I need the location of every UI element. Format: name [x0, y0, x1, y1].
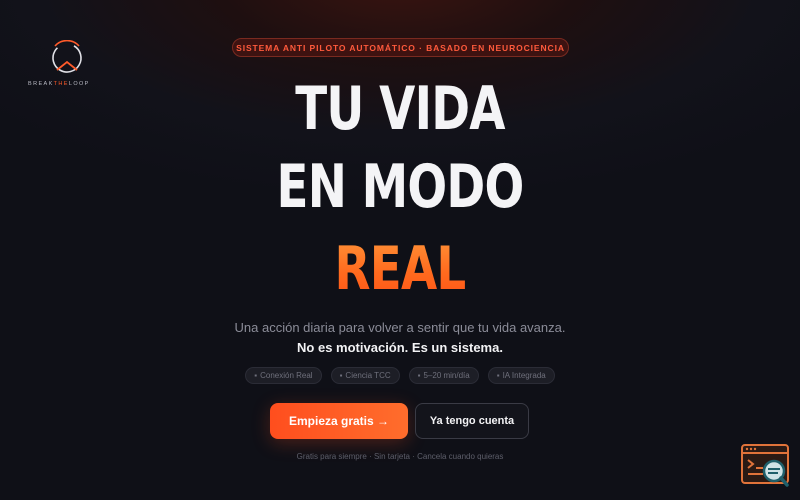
science-icon: ▪: [339, 371, 343, 380]
chip-minutes-per-day: ▪ 5–20 min/día: [408, 367, 479, 384]
timer-icon: ▪: [417, 371, 421, 380]
terminal-search-icon: [741, 444, 789, 487]
headline-accent-word: REAL: [244, 230, 556, 308]
chip-label: Ciencia TCC: [345, 371, 391, 380]
logo-mark-icon: [52, 40, 82, 73]
chip-label: 5–20 min/día: [423, 371, 470, 380]
fineprint: Gratis para siempre · Sin tarjeta · Canc…: [296, 452, 504, 461]
brand-logo[interactable]: BREAKTHELOOP: [28, 38, 108, 90]
ai-icon: ▪: [496, 371, 500, 380]
chip-conexion-real: ▪ Conexión Real: [245, 367, 322, 384]
logo-wordmark: BREAKTHELOOP: [28, 81, 90, 87]
chip-ia-integrada: ▪ IA Integrada: [487, 367, 555, 384]
hero-tagline: No es motivación. Es un sistema.: [297, 340, 503, 355]
login-button[interactable]: Ya tengo cuenta: [415, 403, 529, 439]
chip-label: IA Integrada: [502, 371, 546, 380]
feature-chips: ▪ Conexión Real ▪ Ciencia TCC ▪ 5–20 min…: [0, 367, 800, 384]
headline-line-2: EN MODO: [276, 152, 525, 222]
headline-line-1: TU VIDA: [295, 74, 505, 144]
start-free-button[interactable]: Empieza gratis →: [270, 403, 408, 439]
chip-label: Conexión Real: [260, 371, 313, 380]
hero-headline: TU VIDA EN MODO REAL: [244, 70, 556, 308]
hero-subtitle: Una acción diaria para volver a sentir q…: [234, 320, 566, 335]
floating-helper-widget[interactable]: [741, 444, 791, 488]
chip-ciencia-tcc: ▪ Ciencia TCC: [330, 367, 400, 384]
connection-icon: ▪: [254, 371, 258, 380]
neuroscience-badge: SISTEMA ANTI PILOTO AUTOMÁTICO · BASADO …: [232, 38, 569, 57]
